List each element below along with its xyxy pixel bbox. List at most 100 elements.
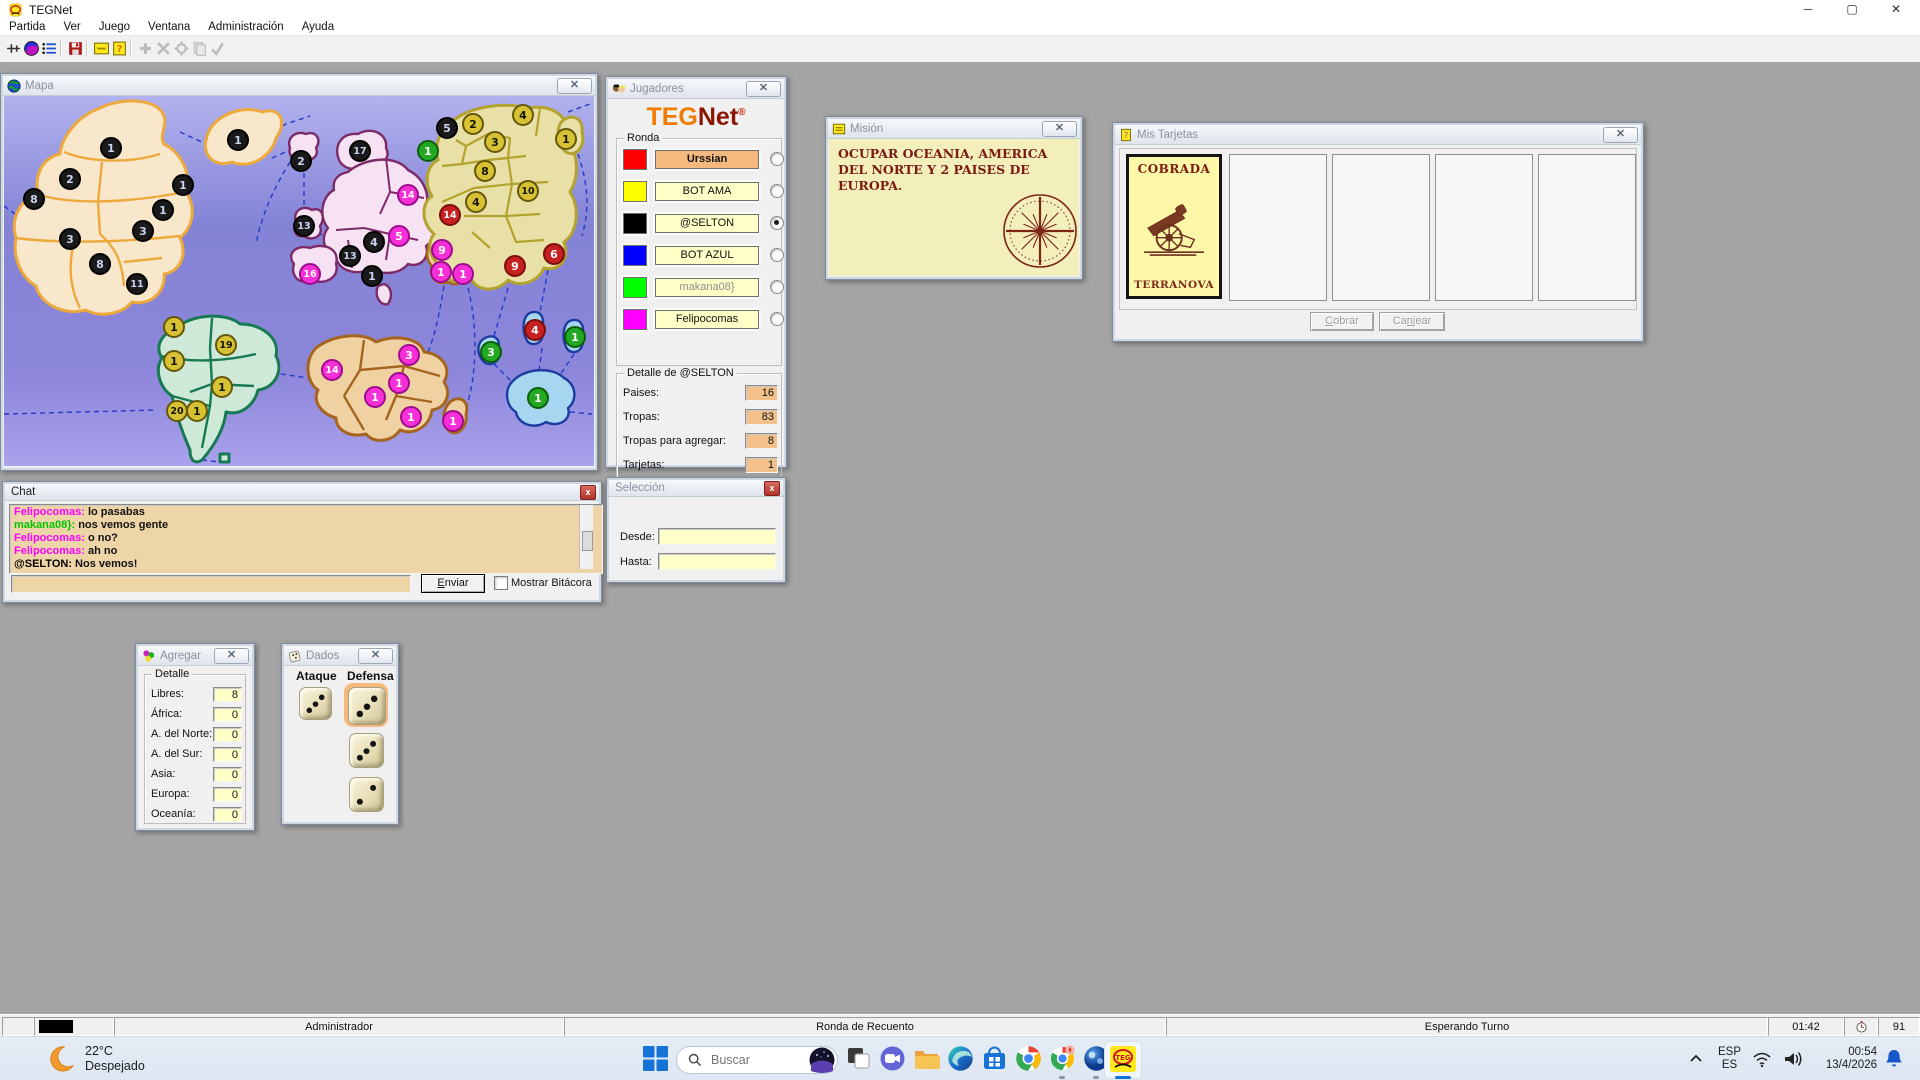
tray-chevron-icon[interactable] bbox=[1688, 1044, 1704, 1074]
add-close-icon[interactable]: ✕ bbox=[214, 647, 249, 664]
army-marker[interactable]: 20 bbox=[166, 400, 188, 422]
player-radio[interactable] bbox=[770, 184, 784, 198]
show-log-checkbox[interactable] bbox=[494, 576, 508, 590]
army-marker[interactable]: 1 bbox=[564, 326, 586, 348]
army-marker[interactable]: 2 bbox=[462, 113, 484, 135]
army-marker[interactable]: 8 bbox=[474, 160, 496, 182]
army-marker[interactable]: 8 bbox=[23, 188, 45, 210]
players-titlebar[interactable]: Jugadores ✕ bbox=[608, 79, 784, 99]
player-row[interactable]: Urssian bbox=[621, 146, 784, 172]
map-titlebar[interactable]: Mapa ✕ bbox=[3, 76, 595, 96]
close-button[interactable]: ✕ bbox=[1874, 0, 1918, 20]
army-marker[interactable]: 13 bbox=[293, 215, 315, 237]
tegnet-taskbar-button[interactable]: TEG bbox=[1104, 1041, 1142, 1079]
army-marker[interactable]: 1 bbox=[361, 265, 383, 287]
army-marker[interactable]: 3 bbox=[480, 341, 502, 363]
army-marker[interactable]: 11 bbox=[126, 273, 148, 295]
dice-titlebar[interactable]: Dados ✕ bbox=[284, 646, 396, 666]
selection-close-icon[interactable]: x bbox=[764, 480, 780, 496]
army-marker[interactable]: 3 bbox=[132, 220, 154, 242]
search-input[interactable] bbox=[709, 1052, 805, 1068]
army-marker[interactable]: 14 bbox=[321, 359, 343, 381]
to-input[interactable] bbox=[658, 553, 776, 570]
army-marker[interactable]: 1 bbox=[442, 410, 464, 432]
world-icon[interactable] bbox=[22, 39, 41, 58]
army-marker[interactable]: 3 bbox=[59, 228, 81, 250]
army-marker[interactable]: 8 bbox=[89, 253, 111, 275]
cobrar-button[interactable]: Cobrar bbox=[1310, 312, 1374, 331]
notification-bell-icon[interactable] bbox=[1884, 1044, 1904, 1074]
chat-app-icon[interactable] bbox=[879, 1045, 906, 1072]
army-marker[interactable]: 1 bbox=[430, 261, 452, 283]
volume-icon[interactable] bbox=[1782, 1044, 1804, 1074]
players-close-icon[interactable]: ✕ bbox=[746, 80, 781, 97]
army-marker[interactable]: 1 bbox=[400, 406, 422, 428]
army-marker[interactable]: 16 bbox=[299, 263, 321, 285]
army-marker[interactable]: 1 bbox=[163, 316, 185, 338]
player-row[interactable]: @SELTON bbox=[621, 210, 784, 236]
store-icon[interactable] bbox=[981, 1045, 1008, 1072]
connect-icon[interactable] bbox=[4, 39, 23, 58]
army-marker[interactable]: 1 bbox=[186, 400, 208, 422]
army-marker[interactable]: 4 bbox=[524, 319, 546, 341]
army-marker[interactable]: 4 bbox=[512, 104, 534, 126]
army-marker[interactable]: 1 bbox=[163, 350, 185, 372]
canjear-button[interactable]: Canjear bbox=[1379, 312, 1445, 331]
edge-icon[interactable] bbox=[947, 1045, 974, 1072]
start-button[interactable] bbox=[642, 1045, 669, 1072]
army-marker[interactable]: 1 bbox=[417, 140, 439, 162]
player-radio[interactable] bbox=[770, 248, 784, 262]
mission-close-icon[interactable]: ✕ bbox=[1042, 120, 1077, 137]
list-icon[interactable] bbox=[40, 39, 59, 58]
menu-ver[interactable]: Ver bbox=[54, 20, 89, 35]
player-radio[interactable] bbox=[770, 280, 784, 294]
teg-card[interactable]: COBRADA TERRANOVA bbox=[1126, 154, 1222, 299]
weather-widget[interactable]: 22°C Despejado bbox=[46, 1044, 145, 1074]
tray-clock[interactable]: 00:54 13/4/2026 bbox=[1815, 1044, 1877, 1074]
army-marker[interactable]: 1 bbox=[227, 129, 249, 151]
army-marker[interactable]: 1 bbox=[452, 263, 474, 285]
army-marker[interactable]: 9 bbox=[504, 255, 526, 277]
player-radio[interactable] bbox=[770, 152, 784, 166]
panel-icon[interactable] bbox=[92, 39, 111, 58]
map-close-icon[interactable]: ✕ bbox=[557, 77, 592, 94]
chrome-beta-icon[interactable] bbox=[1049, 1045, 1076, 1072]
army-marker[interactable]: 4 bbox=[363, 231, 385, 253]
army-marker[interactable]: 5 bbox=[436, 117, 458, 139]
cards-close-icon[interactable]: ✕ bbox=[1603, 126, 1638, 143]
file-explorer-icon[interactable] bbox=[913, 1045, 940, 1072]
mission-titlebar[interactable]: Misión ✕ bbox=[828, 119, 1080, 139]
add-titlebar[interactable]: Agregar ✕ bbox=[138, 646, 252, 666]
player-row[interactable]: Felipocomas bbox=[621, 306, 784, 332]
chat-close-icon[interactable]: x bbox=[580, 484, 596, 500]
selection-titlebar[interactable]: Selección x bbox=[609, 480, 783, 497]
save-icon[interactable] bbox=[66, 39, 85, 58]
army-marker[interactable]: 13 bbox=[339, 245, 361, 267]
menu-juego[interactable]: Juego bbox=[90, 20, 139, 35]
tray-language[interactable]: ESP ES bbox=[1718, 1044, 1741, 1074]
player-row[interactable]: BOT AZUL bbox=[621, 242, 784, 268]
army-marker[interactable]: 1 bbox=[152, 199, 174, 221]
army-marker[interactable]: 14 bbox=[439, 204, 461, 226]
menu-ventana[interactable]: Ventana bbox=[139, 20, 199, 35]
army-marker[interactable]: 5 bbox=[388, 225, 410, 247]
army-marker[interactable]: 6 bbox=[543, 243, 565, 265]
player-radio[interactable] bbox=[770, 216, 784, 230]
army-marker[interactable]: 17 bbox=[349, 140, 371, 162]
army-marker[interactable]: 4 bbox=[465, 191, 487, 213]
menu-administracion[interactable]: Administración bbox=[199, 20, 292, 35]
army-marker[interactable]: 1 bbox=[388, 372, 410, 394]
search-box[interactable] bbox=[676, 1046, 838, 1074]
army-marker[interactable]: 1 bbox=[527, 387, 549, 409]
army-marker[interactable]: 1 bbox=[172, 174, 194, 196]
chrome-icon[interactable] bbox=[1015, 1045, 1042, 1072]
minimize-button[interactable]: ─ bbox=[1786, 0, 1830, 20]
task-view-icon[interactable] bbox=[845, 1045, 872, 1072]
army-marker[interactable]: 2 bbox=[59, 168, 81, 190]
chat-titlebar[interactable]: Chat x bbox=[5, 484, 599, 501]
maximize-button[interactable]: ▢ bbox=[1830, 0, 1874, 20]
chat-input[interactable] bbox=[11, 575, 411, 593]
chat-scrollbar-thumb[interactable] bbox=[582, 531, 593, 551]
player-row[interactable]: makana08} bbox=[621, 274, 784, 300]
army-marker[interactable]: 1 bbox=[211, 376, 233, 398]
